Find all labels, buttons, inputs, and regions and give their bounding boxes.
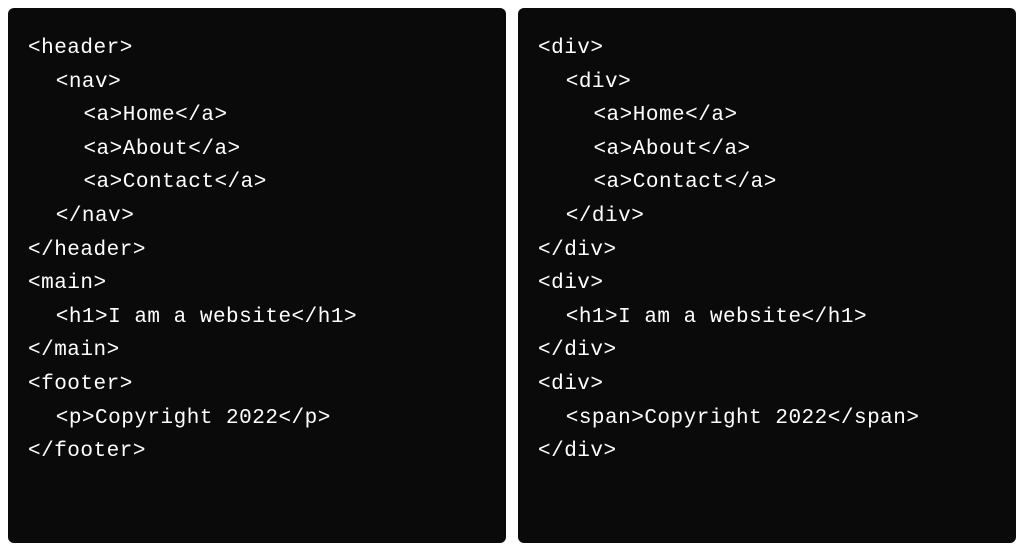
code-line: <a>About</a> bbox=[538, 133, 996, 167]
code-line: </div> bbox=[538, 200, 996, 234]
code-line: <header> bbox=[28, 32, 486, 66]
code-line: </footer> bbox=[28, 435, 486, 469]
code-line: </header> bbox=[28, 234, 486, 268]
code-line: <a>Contact</a> bbox=[28, 166, 486, 200]
code-line: <a>Home</a> bbox=[28, 99, 486, 133]
code-line: </div> bbox=[538, 435, 996, 469]
code-line: </main> bbox=[28, 334, 486, 368]
code-line: <div> bbox=[538, 32, 996, 66]
code-line: </div> bbox=[538, 234, 996, 268]
code-line: <a>About</a> bbox=[28, 133, 486, 167]
code-line: <h1>I am a website</h1> bbox=[538, 301, 996, 335]
code-line: <nav> bbox=[28, 66, 486, 100]
code-line: <div> bbox=[538, 267, 996, 301]
code-line: <footer> bbox=[28, 368, 486, 402]
code-line: <p>Copyright 2022</p> bbox=[28, 402, 486, 436]
left-code-panel: <header> <nav> <a>Home</a> <a>About</a> … bbox=[8, 8, 506, 543]
code-line: <main> bbox=[28, 267, 486, 301]
code-line: <a>Contact</a> bbox=[538, 166, 996, 200]
code-line: <h1>I am a website</h1> bbox=[28, 301, 486, 335]
right-code-panel: <div> <div> <a>Home</a> <a>About</a> <a>… bbox=[518, 8, 1016, 543]
code-line: <span>Copyright 2022</span> bbox=[538, 402, 996, 436]
code-line: <div> bbox=[538, 66, 996, 100]
code-line: </nav> bbox=[28, 200, 486, 234]
code-line: <div> bbox=[538, 368, 996, 402]
code-line: <a>Home</a> bbox=[538, 99, 996, 133]
code-line: </div> bbox=[538, 334, 996, 368]
